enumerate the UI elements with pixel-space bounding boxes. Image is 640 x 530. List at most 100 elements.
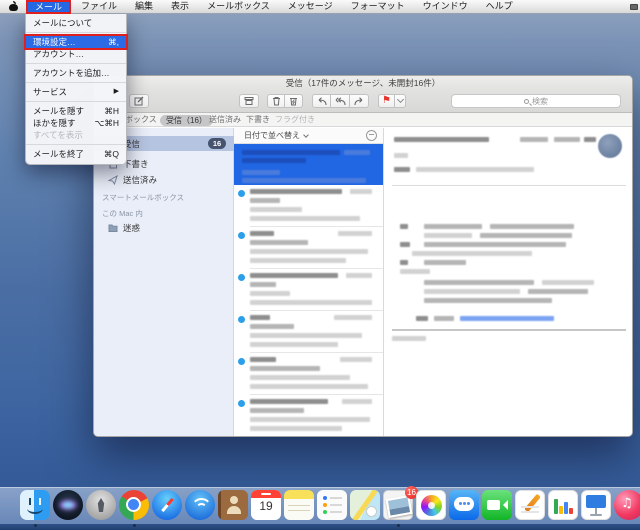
link-placeholder[interactable] <box>460 316 554 321</box>
dock-icon-finder[interactable] <box>20 490 50 520</box>
message-row[interactable] <box>234 311 383 353</box>
menu-separator <box>26 32 126 33</box>
dock-icon-photos[interactable] <box>416 490 446 520</box>
mail-menu-dropdown: メールについて 環境設定…⌘, アカウント… アカウントを追加… サービス▶ メ… <box>25 14 127 165</box>
chevron-down-icon <box>396 96 403 103</box>
search-icon <box>524 99 529 104</box>
menubar-item-mailbox[interactable]: メールボックス <box>198 0 279 13</box>
desktop: 受信（17件のメッセージ、未開封16件） <box>0 0 640 530</box>
compose-icon <box>134 96 144 106</box>
menubar-item-format[interactable]: フォーマット <box>342 0 414 13</box>
sidebar-item-junk[interactable]: 迷惑 <box>94 220 234 235</box>
battery-icon[interactable] <box>630 4 638 10</box>
dock: 19 16 <box>20 490 640 520</box>
dock-icon-launchpad[interactable] <box>86 490 116 520</box>
sidebar-header-smart-mailboxes: スマートメールボックス <box>102 192 184 203</box>
menu-item-services[interactable]: サービス▶ <box>26 86 126 98</box>
dock-icon-keynote[interactable] <box>581 490 611 520</box>
dock-icon-numbers[interactable] <box>548 490 578 520</box>
dock-icon-notes[interactable] <box>284 490 314 520</box>
sidebar-item-label: 迷惑 <box>123 222 140 234</box>
sidebar-item-sent[interactable]: 送信済み <box>94 172 234 187</box>
dock-icon-siri[interactable] <box>53 490 83 520</box>
menubar-item-help[interactable]: ヘルプ <box>477 0 522 13</box>
message-preview-pane <box>384 128 633 436</box>
menubar-item-view[interactable]: 表示 <box>162 0 198 13</box>
inbox-unread-badge: 16 <box>208 138 226 149</box>
fav-sent[interactable]: 送信済み <box>209 113 241 127</box>
compose-button[interactable] <box>129 94 149 108</box>
dock-icon-facetime[interactable] <box>482 490 512 520</box>
unread-dot <box>238 232 245 239</box>
menubar-item-message[interactable]: メッセージ <box>279 0 342 13</box>
filter-icon[interactable] <box>366 130 377 141</box>
mailbox-sidebar: 受信 16 下書き 送信済み スマートメールボックス この Mac 内 迷惑 <box>94 128 234 436</box>
dock-icon-chrome[interactable] <box>119 490 149 520</box>
sidebar-item-label: 送信済み <box>123 174 157 186</box>
menubar-item-window[interactable]: ウインドウ <box>414 0 477 13</box>
dock-icon-reminders[interactable] <box>317 490 347 520</box>
menu-item-quit-mail[interactable]: メールを終了⌘Q <box>26 148 126 160</box>
running-indicator-mail <box>397 524 400 527</box>
menu-item-hide-mail[interactable]: メールを隠す⌘H <box>26 105 126 117</box>
dock-icon-calendar[interactable]: 19 <box>251 490 281 520</box>
menubar-item-file[interactable]: ファイル <box>72 0 126 13</box>
dock-icon-airport-utility[interactable] <box>185 490 215 520</box>
submenu-arrow-icon: ▶ <box>114 86 119 98</box>
dock-icon-maps[interactable] <box>350 490 380 520</box>
reply-all-icon <box>334 97 346 106</box>
dock-icon-itunes[interactable] <box>614 490 640 520</box>
message-row[interactable] <box>234 185 383 227</box>
menu-item-show-all: すべてを表示 <box>26 129 126 141</box>
divider <box>392 185 626 186</box>
fav-inbox[interactable]: 受信（16） <box>160 115 213 126</box>
window-content: 受信 16 下書き 送信済み スマートメールボックス この Mac 内 迷惑 <box>94 128 633 436</box>
message-row[interactable] <box>234 227 383 269</box>
reply-button[interactable] <box>312 94 331 108</box>
fav-flagged[interactable]: フラグ付き <box>275 113 315 127</box>
window-titlebar[interactable]: 受信（17件のメッセージ、未開封16件） <box>94 76 632 90</box>
flag-icon: ⚑ <box>382 96 391 106</box>
menubar-item-mail[interactable]: メール <box>26 0 71 14</box>
forward-button[interactable] <box>350 94 369 108</box>
junk-button[interactable] <box>285 94 303 108</box>
message-row[interactable] <box>234 353 383 395</box>
flag-dropdown-button[interactable] <box>395 94 406 108</box>
fav-drafts[interactable]: 下書き <box>246 113 270 127</box>
dock-bottom-edge <box>0 524 640 530</box>
menu-item-preferences[interactable]: 環境設定…⌘, <box>26 36 126 48</box>
unread-dot <box>238 274 245 281</box>
dock-icon-contacts[interactable] <box>218 490 248 520</box>
dock-icon-messages[interactable] <box>449 490 479 520</box>
chevron-down-icon <box>303 132 309 138</box>
flag-button[interactable]: ⚑ <box>378 94 395 108</box>
calendar-day: 19 <box>251 499 281 513</box>
archive-button[interactable] <box>239 94 259 108</box>
menu-item-about-mail[interactable]: メールについて <box>26 17 126 29</box>
menu-item-add-account[interactable]: アカウントを追加… <box>26 67 126 79</box>
sort-label: 日付で並べ替え <box>244 130 300 141</box>
unread-dot <box>238 316 245 323</box>
paper-plane-icon <box>108 175 118 185</box>
menubar-item-edit[interactable]: 編集 <box>126 0 162 13</box>
dock-icon-safari[interactable] <box>152 490 182 520</box>
dock-icon-pages[interactable] <box>515 490 545 520</box>
apple-menu-icon[interactable] <box>9 2 18 11</box>
message-row[interactable] <box>234 269 383 311</box>
reply-icon <box>316 97 327 106</box>
junk-icon <box>289 96 298 106</box>
menu-item-accounts[interactable]: アカウント… <box>26 48 126 60</box>
unread-dot <box>238 358 245 365</box>
sort-bar[interactable]: 日付で並べ替え <box>234 128 383 144</box>
search-field[interactable]: 検索 <box>451 94 621 108</box>
forward-icon <box>354 97 365 106</box>
menu-separator <box>26 144 126 145</box>
trash-icon <box>272 96 281 106</box>
menu-separator <box>26 63 126 64</box>
message-row[interactable] <box>234 395 383 437</box>
menu-item-hide-others[interactable]: ほかを隠す⌥⌘H <box>26 117 126 129</box>
dock-icon-mail[interactable]: 16 <box>383 490 413 520</box>
reply-all-button[interactable] <box>331 94 350 108</box>
message-row-selected[interactable] <box>234 144 383 185</box>
trash-button[interactable] <box>267 94 285 108</box>
